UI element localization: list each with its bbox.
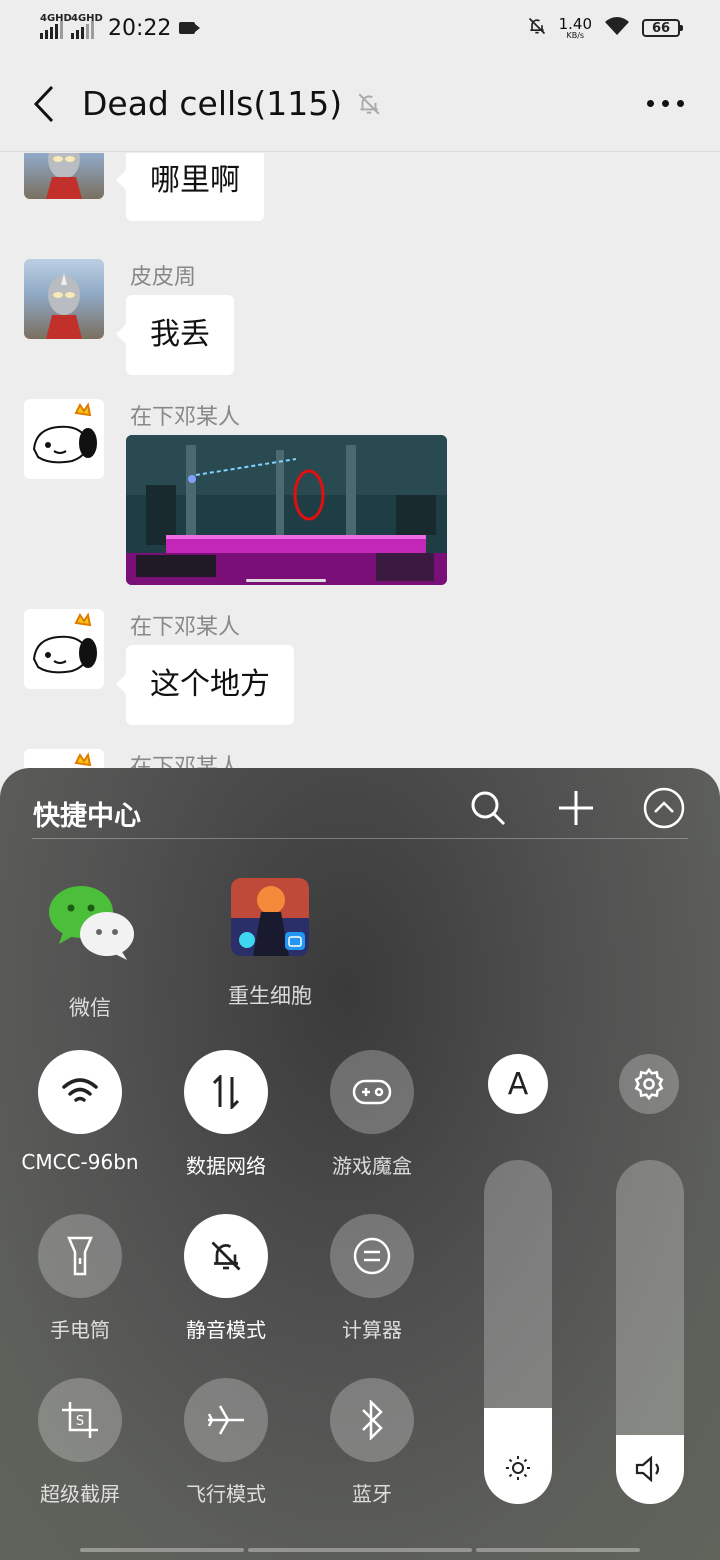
avatar[interactable] [24, 399, 104, 479]
gear-icon [634, 1067, 664, 1101]
chat-message-list[interactable]: 哪里啊 皮皮周 我丢 在下邓某人 在下邓某人 这个地方 在下邓某人 [0, 153, 720, 768]
control-center-title: 快捷中心 [33, 801, 141, 832]
auto-brightness-label: A [507, 1066, 529, 1102]
toggle-game-box[interactable]: 游戏魔盒 [299, 1050, 445, 1179]
network-speed-unit: KB/s [566, 30, 585, 40]
volume-level-fill [616, 1435, 684, 1504]
avatar[interactable] [24, 259, 104, 339]
app-shortcut-dead-cells[interactable]: 重生细胞 [210, 878, 330, 1010]
avatar[interactable] [24, 153, 104, 199]
message-bubble[interactable]: 我丢 [116, 295, 234, 375]
back-button[interactable] [24, 84, 64, 124]
wechat-icon [45, 878, 135, 968]
mute-bell-icon [184, 1214, 268, 1298]
volume-slider[interactable] [616, 1160, 684, 1504]
nav-indicator [476, 1548, 640, 1552]
mute-bell-icon [527, 16, 547, 40]
toggle-label: 飞行模式 [186, 1482, 266, 1506]
sender-name: 在下邓某人 [130, 405, 241, 430]
nav-indicator [248, 1548, 472, 1552]
brightness-icon [506, 1456, 530, 1480]
sender-name: 皮皮周 [130, 265, 197, 290]
avatar[interactable] [24, 749, 104, 768]
nav-indicator [80, 1548, 244, 1552]
screenshot-icon: S [38, 1378, 122, 1462]
toggle-label: 手电筒 [50, 1318, 110, 1342]
brightness-level-fill [484, 1407, 552, 1504]
message-bubble[interactable]: 这个地方 [116, 645, 294, 725]
sender-name: 在下邓某人 [130, 615, 241, 640]
game-screenshot-image[interactable] [126, 435, 447, 585]
collapse-up-icon[interactable] [642, 786, 686, 830]
toggle-super-screenshot[interactable]: S 超级截屏 [7, 1378, 153, 1507]
bluetooth-icon [330, 1378, 414, 1462]
toggle-label: 静音模式 [186, 1318, 266, 1342]
network-speed-value: 1.40 [558, 14, 592, 33]
auto-brightness-button[interactable]: A [488, 1054, 548, 1114]
screen-record-icon [179, 22, 201, 34]
chat-title: Dead cells(115) [82, 84, 343, 123]
add-icon[interactable] [554, 786, 598, 830]
calculator-icon [330, 1214, 414, 1298]
speaker-icon [635, 1456, 660, 1482]
chat-message: 在下邓某人 [24, 399, 524, 589]
toggle-bluetooth[interactable]: 蓝牙 [299, 1378, 445, 1507]
battery-level: 66 [651, 20, 671, 36]
clock: 20:22 [108, 15, 172, 41]
wifi-icon [604, 16, 630, 40]
toggle-mobile-data[interactable]: 数据网络 [153, 1050, 299, 1179]
toggle-label: 计算器 [342, 1318, 402, 1342]
network-type-label: 4GHD [71, 13, 103, 24]
toggle-airplane-mode[interactable]: 飞行模式 [153, 1378, 299, 1507]
chat-message: 哪里啊 [24, 153, 524, 239]
quick-control-center: 快捷中心 微信 重生细胞 CMCC-96bn 数据网络 游戏魔盒 手电筒 静音模… [0, 768, 720, 1560]
brightness-slider[interactable] [484, 1160, 552, 1504]
dead-cells-app-icon [231, 878, 309, 956]
toggle-label: CMCC-96bn [21, 1150, 139, 1174]
toggle-wifi[interactable]: CMCC-96bn [7, 1050, 153, 1174]
chat-message: 在下邓某人 [24, 749, 524, 768]
toggle-flashlight[interactable]: 手电筒 [7, 1214, 153, 1343]
sender-name: 在下邓某人 [130, 755, 241, 768]
chat-message: 在下邓某人 这个地方 [24, 609, 524, 739]
toggle-label: 数据网络 [186, 1154, 266, 1178]
avatar[interactable] [24, 609, 104, 689]
message-bubble[interactable]: 哪里啊 [116, 153, 264, 221]
toggle-silent-mode[interactable]: 静音模式 [153, 1214, 299, 1343]
settings-button[interactable] [619, 1054, 679, 1114]
toggle-label: 游戏魔盒 [332, 1154, 412, 1178]
mobile-data-icon [184, 1050, 268, 1134]
status-bar: 4GHD 4GHD 20:22 1.40 KB/s 66 [0, 0, 720, 56]
more-options-button[interactable] [647, 100, 684, 107]
svg-text:S: S [76, 1414, 84, 1429]
battery-icon: 66 [642, 19, 683, 37]
flashlight-icon [38, 1214, 122, 1298]
app-label: 重生细胞 [228, 984, 312, 1008]
app-label: 微信 [69, 996, 111, 1020]
airplane-icon [184, 1378, 268, 1462]
search-icon[interactable] [466, 786, 510, 830]
signal-strength-icon: 4GHD [40, 13, 72, 39]
chat-header: Dead cells(115) [0, 56, 720, 152]
gamepad-icon [330, 1050, 414, 1134]
app-shortcut-wechat[interactable]: 微信 [30, 878, 150, 1022]
toggle-label: 蓝牙 [352, 1482, 392, 1506]
wifi-icon [38, 1050, 122, 1134]
toggle-calculator[interactable]: 计算器 [299, 1214, 445, 1343]
toggle-label: 超级截屏 [40, 1482, 120, 1506]
network-speed: 1.40 KB/s [558, 14, 592, 40]
chat-message: 皮皮周 我丢 [24, 259, 524, 389]
network-type-label: 4GHD [40, 13, 72, 24]
signal-strength-icon: 4GHD [71, 13, 103, 39]
divider [32, 838, 688, 839]
mute-bell-icon [356, 91, 382, 117]
